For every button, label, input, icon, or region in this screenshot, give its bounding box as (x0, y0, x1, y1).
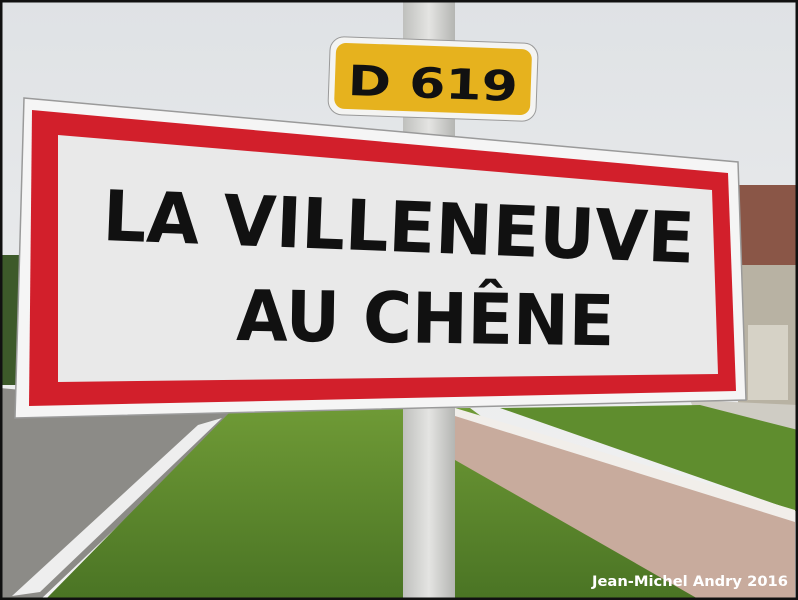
sign-line-2: AU CHÊNE (236, 275, 615, 362)
photo-road-sign: D 619 LA VILLENEUVE AU CHÊNE Jean-Michel… (0, 0, 798, 600)
photo-credit: Jean-Michel Andry 2016 (591, 574, 788, 590)
road-number-plate: D 619 (327, 36, 539, 122)
photo-canvas: D 619 LA VILLENEUVE AU CHÊNE Jean-Michel… (0, 0, 798, 600)
road-number-text: D 619 (347, 56, 519, 111)
